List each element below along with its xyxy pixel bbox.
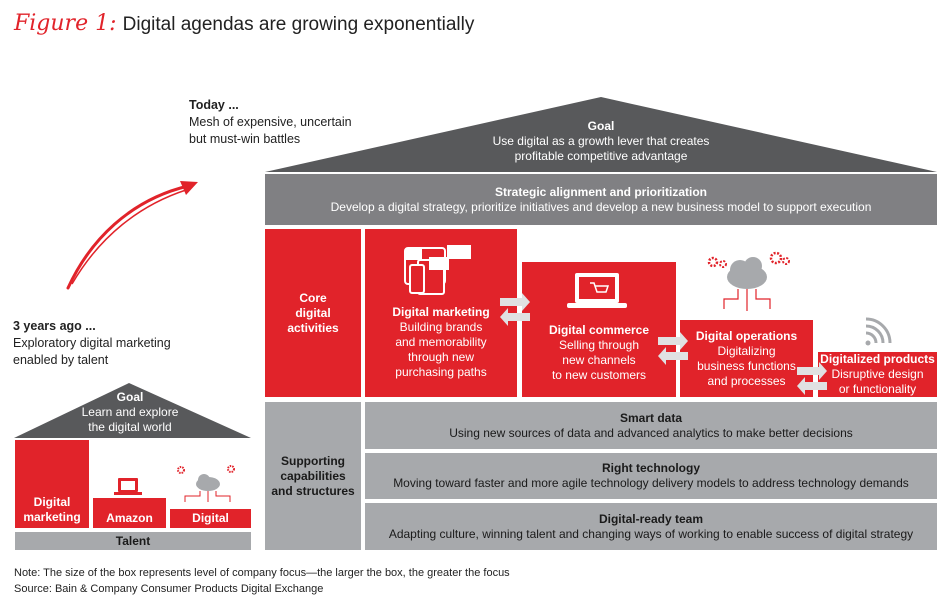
core-text: new channels	[562, 353, 636, 367]
core-digitalized-products: Digitalized products Disruptive design o…	[818, 352, 937, 397]
past-talent-base: Talent	[15, 532, 251, 550]
label-line: Core	[299, 290, 327, 305]
core-digital-operations: Digital operations Digitalizing business…	[680, 320, 813, 397]
core-text: and processes	[707, 373, 786, 388]
core-text: Disruptive design	[831, 367, 924, 381]
core-text: through new	[407, 350, 475, 364]
label-line: digital	[295, 305, 331, 320]
core-text: and memorability	[395, 335, 487, 349]
core-title: Digital commerce	[548, 323, 650, 337]
goal-text: Learn and explore	[81, 404, 179, 419]
core-text: business functions	[697, 358, 796, 373]
core-text: Selling through	[558, 338, 640, 352]
past-goal: Goal Learn and explore the digital world	[60, 389, 200, 435]
goal-text: Use digital as a growth lever that creat…	[492, 133, 710, 148]
block-label: Digital	[33, 495, 71, 509]
goal-title: Goal	[587, 118, 615, 133]
strategy-title: Strategic alignment and prioritization	[494, 184, 708, 199]
past-amazon: Amazon	[93, 498, 166, 528]
goal-title: Goal	[116, 389, 144, 404]
support-digital-ready-team: Digital-ready team Adapting culture, win…	[365, 503, 937, 550]
support-text: Using new sources of data and advanced a…	[449, 425, 853, 440]
label-line: Supporting	[281, 453, 345, 468]
core-title: Digitalized products	[820, 352, 935, 366]
core-text: or functionality	[838, 382, 917, 396]
core-title: Digital operations	[695, 328, 798, 343]
goal-text: profitable competitive advantage	[514, 148, 688, 163]
core-text: Digitalizing	[717, 343, 776, 358]
support-right-technology: Right technology Moving toward faster an…	[365, 453, 937, 499]
goal-text: the digital world	[88, 419, 172, 434]
support-text: Adapting culture, winning talent and cha…	[388, 526, 914, 541]
block-label: Amazon	[106, 511, 153, 525]
label-line: capabilities	[280, 468, 346, 483]
core-digital-commerce: Digital commerce Selling through new cha…	[522, 262, 676, 397]
label-line: activities	[287, 320, 339, 335]
support-title: Right technology	[602, 461, 700, 475]
strategy-text: Develop a digital strategy, prioritize i…	[330, 199, 872, 214]
strategy-bar: Strategic alignment and prioritization D…	[265, 174, 937, 225]
supporting-capabilities-label: Supporting capabilities and structures	[265, 402, 361, 550]
support-title: Digital-ready team	[598, 511, 704, 526]
core-text: purchasing paths	[395, 365, 487, 379]
source-text: Source: Bain & Company Consumer Products…	[14, 583, 324, 595]
support-text: Moving toward faster and more agile tech…	[393, 476, 909, 490]
block-label: Digital	[192, 511, 229, 525]
note-text: Note: The size of the box represents lev…	[14, 567, 510, 579]
past-digital: Digital	[170, 509, 251, 528]
base-label: Talent	[115, 533, 151, 548]
support-title: Smart data	[619, 410, 683, 425]
core-digital-marketing: Digital marketing Building brands and me…	[365, 229, 517, 397]
core-text: to new customers	[551, 368, 647, 382]
label-line: and structures	[271, 483, 355, 498]
support-smart-data: Smart data Using new sources of data and…	[365, 402, 937, 449]
block-label: marketing	[23, 510, 81, 524]
past-digital-marketing: Digital marketing	[15, 440, 89, 528]
footnotes: Note: The size of the box represents lev…	[14, 565, 510, 597]
figure: Figure 1: Digital agendas are growing ex…	[0, 0, 950, 608]
core-activities-label: Core digital activities	[265, 229, 361, 397]
core-title: Digital marketing	[392, 305, 490, 319]
core-text: Building brands	[399, 320, 483, 334]
today-goal: Goal Use digital as a growth lever that …	[420, 115, 782, 167]
